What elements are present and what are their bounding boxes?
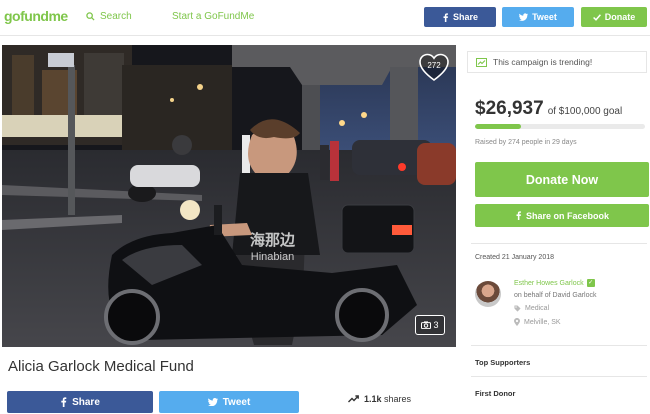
header-donate-button[interactable]: Donate — [581, 7, 647, 27]
category-label: Medical — [525, 305, 550, 312]
progress-bar — [475, 124, 645, 129]
logo-part-fund: fund — [20, 8, 49, 24]
sidebar-divider — [471, 243, 647, 244]
search-link[interactable]: Search — [86, 11, 132, 22]
watermark-en: Hinabian — [250, 251, 295, 263]
campaign-photo-illustration — [2, 45, 456, 347]
goal-text: of $100,000 goal — [547, 106, 623, 117]
sidebar-divider — [471, 345, 647, 346]
header-donate-label: Donate — [604, 12, 636, 22]
location-pin-icon — [514, 318, 520, 326]
search-label: Search — [100, 11, 132, 22]
share-on-facebook-label: Share on Facebook — [525, 210, 610, 221]
header-tweet-label: Tweet — [532, 12, 557, 22]
organizer-name-link[interactable]: Esther Howes Garlock ✓ — [514, 279, 595, 287]
start-gofundme-link[interactable]: Start a GoFundMe — [172, 11, 254, 22]
facebook-icon — [516, 211, 522, 220]
progress-fill — [475, 124, 521, 129]
on-behalf-text: on behalf of David Garlock — [514, 292, 597, 299]
trending-text: This campaign is trending! — [493, 57, 593, 67]
organizer-name: Esther Howes Garlock — [514, 279, 584, 287]
campaign-photo[interactable]: 272 海那边 Hinabian 3 — [2, 45, 456, 347]
raised-meta: Raised by 274 people in 29 days — [475, 139, 577, 146]
tag-icon — [514, 305, 521, 312]
first-donor-heading: First Donor — [475, 389, 516, 398]
watermark-cn: 海那边 — [250, 232, 296, 249]
logo-part-go: go — [4, 8, 21, 24]
created-date: Created 21 January 2018 — [475, 254, 554, 261]
facebook-share-label: Share — [72, 396, 100, 408]
camera-icon — [421, 321, 432, 329]
search-icon — [86, 12, 95, 21]
share-on-facebook-button[interactable]: Share on Facebook — [475, 204, 649, 227]
raised-amount: $26,937 — [475, 98, 544, 119]
tweet-label: Tweet — [222, 396, 251, 408]
header-share-button[interactable]: Share — [424, 7, 496, 27]
sidebar-divider — [471, 376, 647, 377]
shares-count: 1.1k shares — [348, 394, 411, 404]
shares-number: 1.1k — [364, 394, 382, 404]
twitter-icon — [519, 13, 529, 21]
like-badge[interactable]: 272 — [419, 53, 449, 83]
campaign-location: Melville, SK — [514, 318, 561, 326]
verified-check-icon: ✓ — [586, 279, 595, 287]
trending-icon — [476, 57, 487, 67]
top-navigation-bar: gofundme Search Start a GoFundMe Share T… — [0, 0, 650, 36]
campaign-sidebar: This campaign is trending! $26,937 of $1… — [461, 45, 650, 414]
facebook-icon — [443, 12, 449, 22]
logo-part-me: me — [48, 8, 68, 24]
organizer-avatar[interactable] — [475, 281, 501, 307]
facebook-icon — [61, 397, 67, 407]
header-tweet-button[interactable]: Tweet — [502, 7, 574, 27]
like-count: 272 — [427, 61, 441, 70]
hinabian-watermark: 海那边 Hinabian — [250, 232, 295, 266]
gofundme-logo[interactable]: gofundme — [4, 8, 68, 24]
heart-icon: 272 — [419, 53, 449, 81]
location-label: Melville, SK — [524, 318, 561, 326]
check-icon — [592, 13, 601, 21]
twitter-icon — [207, 398, 218, 406]
header-share-label: Share — [452, 12, 478, 22]
trending-banner: This campaign is trending! — [467, 51, 647, 73]
campaign-title: Alicia Garlock Medical Fund — [8, 358, 194, 375]
photo-gallery-button[interactable]: 3 — [415, 315, 445, 335]
shares-label: shares — [384, 394, 412, 404]
donate-now-button[interactable]: Donate Now — [475, 162, 649, 197]
top-supporters-heading: Top Supporters — [475, 358, 531, 367]
amount-raised: $26,937 of $100,000 goal — [475, 98, 622, 120]
photo-count: 3 — [433, 320, 439, 330]
campaign-category[interactable]: Medical — [514, 305, 549, 312]
tweet-button[interactable]: Tweet — [159, 391, 299, 413]
facebook-share-button[interactable]: Share — [7, 391, 153, 413]
share-trend-icon — [348, 395, 359, 403]
